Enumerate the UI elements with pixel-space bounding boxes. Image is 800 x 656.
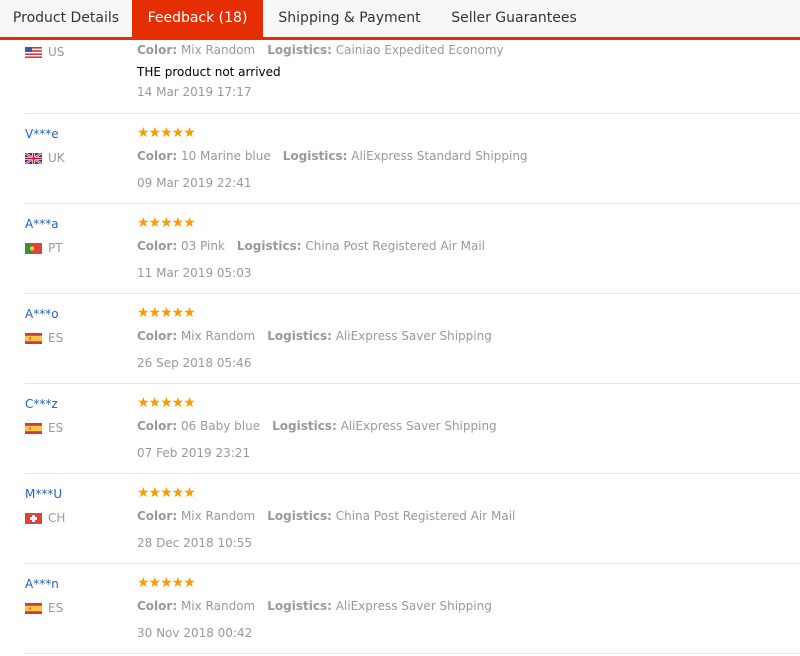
star-rating: ★★★★★ — [137, 125, 196, 141]
buyer-country: CH — [25, 511, 65, 525]
review-meta: Color: Mix Random Logistics: Cainiao Expe… — [137, 43, 504, 57]
product-tabs: Product Details Feedback (18) Shipping &… — [0, 0, 800, 40]
review-item: A***n ES ★★★★★ Color: Mix Random Logistic… — [25, 564, 800, 654]
color-label: Color: — [137, 599, 178, 613]
review-meta: Color: Mix Random Logistics: AliExpress S… — [137, 599, 492, 613]
buyer-country: US — [25, 45, 64, 59]
logistics-label: Logistics: — [282, 149, 348, 163]
logistics-label: Logistics: — [236, 239, 302, 253]
review-item: A***a PT ★★★★★ Color: 03 Pink Logistics: … — [25, 204, 800, 294]
country-code: ES — [48, 421, 64, 435]
review-date: 11 Mar 2019 05:03 — [137, 266, 252, 280]
country-code: UK — [48, 151, 65, 165]
color-label: Color: — [137, 239, 178, 253]
es-flag-icon — [25, 422, 42, 434]
buyer-country: PT — [25, 241, 63, 255]
review-meta: Color: Mix Random Logistics: China Post R… — [137, 509, 515, 523]
logistics-label: Logistics: — [267, 509, 332, 523]
es-flag-icon — [25, 602, 42, 614]
review-date: 30 Nov 2018 00:42 — [137, 626, 253, 640]
country-code: US — [48, 45, 65, 59]
country-code: PT — [48, 241, 63, 255]
review-item: A***o ES ★★★★★ Color: Mix Random Logistic… — [25, 294, 800, 384]
buyer-name[interactable]: M***U — [25, 487, 62, 501]
color-value: 03 Pink — [180, 239, 225, 253]
buyer-country: ES — [25, 331, 63, 345]
buyer-name[interactable]: C***z — [25, 397, 58, 411]
logistics-value: China Post Registered Air Mail — [335, 509, 516, 523]
review-item: C***z ES ★★★★★ Color: 06 Baby blue Logist… — [25, 384, 800, 474]
review-item: M***U CH ★★★★★ Color: Mix Random Logistic… — [25, 474, 800, 564]
color-label: Color: — [137, 329, 178, 343]
buyer-name[interactable]: V***e — [25, 127, 59, 141]
color-value: Mix Random — [180, 599, 256, 613]
buyer-country: ES — [25, 601, 63, 615]
color-value: 06 Baby blue — [180, 419, 261, 433]
feedback-list: US Color: Mix Random Logistics: Cainiao E… — [0, 40, 800, 654]
buyer-country: UK — [25, 151, 65, 165]
ch-flag-icon — [25, 512, 42, 524]
country-code: CH — [48, 511, 66, 525]
star-rating: ★★★★★ — [137, 395, 196, 411]
es-flag-icon — [25, 332, 42, 344]
review-meta: Color: 06 Baby blue Logistics: AliExpress… — [137, 419, 497, 433]
buyer-country: ES — [25, 421, 63, 435]
color-value: Mix Random — [180, 43, 256, 57]
us-flag-icon — [25, 46, 42, 58]
buyer-name[interactable]: A***n — [25, 577, 59, 591]
logistics-label: Logistics: — [272, 419, 337, 433]
buyer-name[interactable]: A***a — [25, 217, 59, 231]
color-value: Mix Random — [180, 329, 256, 343]
color-label: Color: — [137, 43, 178, 57]
color-label: Color: — [137, 149, 178, 163]
color-label: Color: — [137, 509, 178, 523]
review-date: 28 Dec 2018 10:55 — [137, 536, 253, 550]
logistics-label: Logistics: — [267, 43, 332, 57]
review-item: V***e UK ★★★★★ Color: 10 Marine blue Logi… — [25, 114, 800, 204]
review-date: 07 Feb 2019 23:21 — [137, 446, 251, 460]
color-value: Mix Random — [180, 509, 256, 523]
review-meta: Color: Mix Random Logistics: AliExpress S… — [137, 329, 492, 343]
country-code: ES — [48, 331, 64, 345]
logistics-value: AliExpress Saver Shipping — [340, 419, 497, 433]
pt-flag-icon — [25, 242, 42, 254]
logistics-label: Logistics: — [267, 329, 332, 343]
review-comment: THE product not arrived — [137, 65, 281, 79]
tab-shipping-payment[interactable]: Shipping & Payment — [263, 0, 436, 37]
star-rating: ★★★★★ — [137, 575, 196, 591]
review-item: US Color: Mix Random Logistics: Cainiao E… — [25, 40, 800, 114]
tab-product-details[interactable]: Product Details — [0, 0, 132, 37]
tab-feedback[interactable]: Feedback (18) — [132, 0, 263, 37]
logistics-value: AliExpress Saver Shipping — [335, 599, 492, 613]
color-value: 10 Marine blue — [180, 149, 271, 163]
tab-seller-guarantees[interactable]: Seller Guarantees — [436, 0, 592, 37]
star-rating: ★★★★★ — [137, 485, 196, 501]
logistics-value: AliExpress Saver Shipping — [335, 329, 492, 343]
review-date: 14 Mar 2019 17:17 — [137, 85, 252, 99]
logistics-value: AliExpress Standard Shipping — [351, 149, 528, 163]
star-rating: ★★★★★ — [137, 215, 196, 231]
review-date: 26 Sep 2018 05:46 — [137, 356, 252, 370]
review-date: 09 Mar 2019 22:41 — [137, 176, 252, 190]
logistics-value: Cainiao Expedited Economy — [335, 43, 504, 57]
review-meta: Color: 10 Marine blue Logistics: AliExpre… — [137, 149, 528, 163]
review-meta: Color: 03 Pink Logistics: China Post Regi… — [137, 239, 485, 253]
uk-flag-icon — [25, 152, 42, 164]
logistics-value: China Post Registered Air Mail — [305, 239, 486, 253]
buyer-name[interactable]: A***o — [25, 307, 59, 321]
star-rating: ★★★★★ — [137, 305, 196, 321]
color-label: Color: — [137, 419, 178, 433]
logistics-label: Logistics: — [267, 599, 332, 613]
country-code: ES — [48, 601, 64, 615]
